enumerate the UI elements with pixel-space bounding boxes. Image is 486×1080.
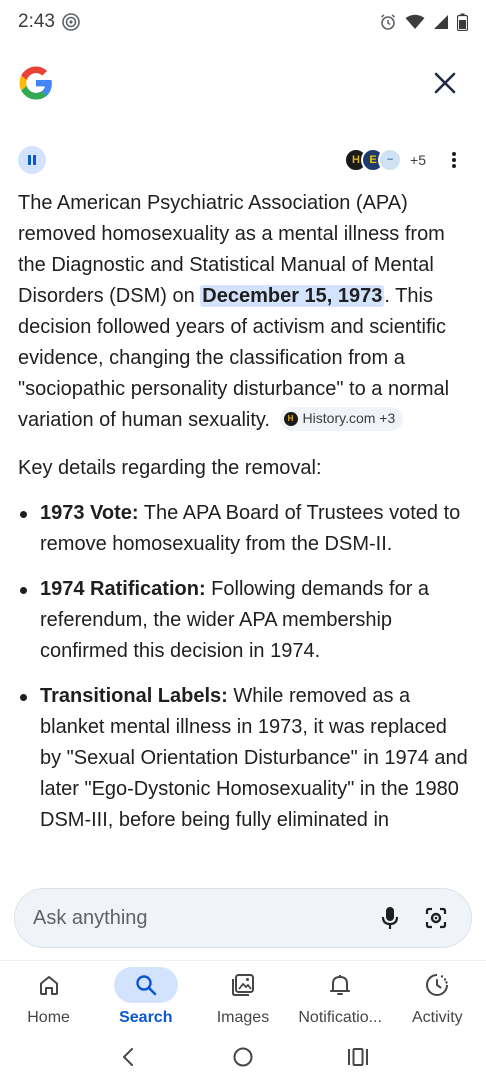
status-bar: 2:43 (0, 0, 486, 44)
recents-icon (348, 1048, 369, 1066)
header (0, 58, 486, 108)
microphone-icon (381, 907, 399, 929)
home-circle-icon (233, 1047, 253, 1067)
more-options-button[interactable] (442, 148, 466, 172)
citation-chip[interactable]: H History.com +3 (279, 406, 404, 431)
system-home-button[interactable] (223, 1042, 263, 1072)
list-item: 1973 Vote: The APA Board of Trustees vot… (18, 498, 470, 560)
home-icon (39, 976, 58, 995)
history-com-chip-icon: H (283, 411, 298, 426)
nav-search[interactable]: Search (97, 967, 194, 1027)
list-item: Transitional Labels: While removed as a … (18, 681, 470, 836)
nav-activity[interactable]: Activity (389, 967, 486, 1027)
bell-icon (330, 975, 351, 995)
nav-home-icon-wrap (17, 967, 81, 1003)
close-icon (434, 72, 456, 94)
pause-icon (28, 155, 36, 165)
more-vert-icon (452, 152, 456, 168)
nav-search-label: Search (119, 1009, 173, 1026)
bullet-term: 1974 Ratification: (40, 578, 206, 600)
nav-images-label: Images (216, 1009, 270, 1026)
nav-activity-label: Activity (412, 1009, 463, 1026)
nav-images-icon-wrap (211, 967, 275, 1003)
web-source-icon: ~ (378, 148, 403, 172)
pause-audio-button[interactable] (18, 146, 46, 174)
lens-search-button[interactable] (417, 899, 455, 937)
nav-activity-icon-wrap (405, 967, 469, 1003)
signal-icon (434, 15, 448, 29)
wifi-icon (405, 14, 425, 29)
status-right (379, 13, 468, 31)
system-recents-button[interactable] (338, 1042, 378, 1072)
source-favicons[interactable]: H E ~ (344, 148, 403, 172)
activity-icon (426, 974, 449, 996)
battery-icon (457, 13, 468, 31)
nav-images[interactable]: Images (194, 967, 291, 1027)
nav-notifications-label: Notificatio... (298, 1009, 382, 1026)
system-navigation-bar (0, 1034, 486, 1080)
images-icon (231, 974, 254, 996)
system-back-button[interactable] (108, 1042, 148, 1072)
lens-camera-icon (425, 907, 447, 929)
ai-overview-content: The American Psychiatric Association (AP… (18, 188, 470, 850)
bottom-navigation: Home Search Images Notificatio... Activi… (0, 960, 486, 1034)
nav-home[interactable]: Home (0, 967, 97, 1027)
ask-input[interactable] (33, 906, 363, 930)
google-g-logo[interactable] (18, 65, 54, 101)
back-chevron-icon (122, 1048, 133, 1066)
nav-notifications[interactable]: Notificatio... (292, 967, 389, 1027)
nav-notifications-icon-wrap (308, 967, 372, 1003)
nav-search-icon-wrap (113, 967, 178, 1003)
key-details-list: 1973 Vote: The APA Board of Trustees vot… (18, 498, 470, 836)
bullet-term: 1973 Vote: (40, 502, 139, 524)
status-time: 2:43 (18, 11, 55, 32)
hotspot-icon (62, 13, 80, 31)
highlighted-date: December 15, 1973 (200, 285, 385, 307)
citation-chip-label: History.com +3 (302, 410, 396, 427)
sources-group: H E ~ +5 (344, 148, 466, 172)
alarm-icon (381, 14, 395, 30)
key-details-heading: Key details regarding the removal: (18, 457, 322, 479)
overview-controls: H E ~ +5 (0, 144, 486, 176)
ask-bar[interactable] (14, 888, 472, 948)
close-button[interactable] (430, 68, 460, 98)
voice-search-button[interactable] (371, 899, 409, 937)
nav-home-label: Home (27, 1009, 70, 1026)
more-sources-count[interactable]: +5 (410, 152, 426, 168)
search-icon (136, 975, 157, 996)
bullet-term: Transitional Labels: (40, 685, 228, 707)
ask-bar-container (0, 878, 486, 960)
google-ai-overview-screen: 2:43 H E ~ +5 The American Psychiatric A… (0, 0, 486, 1080)
status-left: 2:43 (18, 11, 81, 33)
overview-paragraph: The American Psychiatric Association (AP… (18, 188, 470, 436)
list-item: 1974 Ratification: Following demands for… (18, 574, 470, 667)
